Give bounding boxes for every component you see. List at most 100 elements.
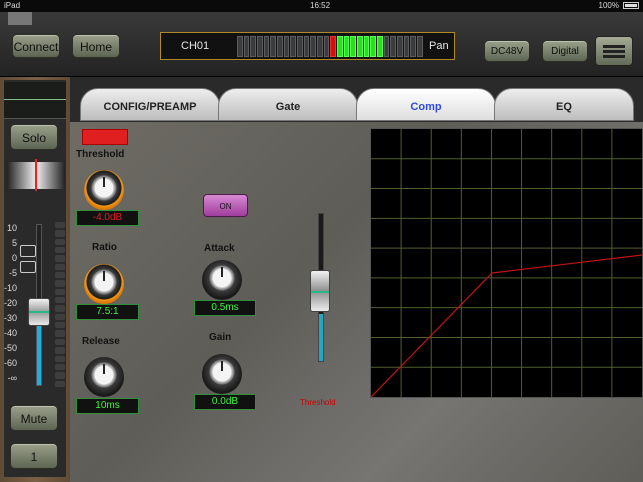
battery-percent: 100% bbox=[598, 1, 619, 10]
threshold-slider-handle[interactable] bbox=[310, 270, 330, 312]
tab-gate[interactable]: Gate bbox=[218, 88, 358, 121]
fader-scale-tick: -20 bbox=[3, 298, 17, 308]
fader-scale-tick: -5 bbox=[8, 268, 17, 278]
meter-segment bbox=[317, 36, 323, 57]
tab-comp[interactable]: Comp bbox=[356, 88, 496, 121]
meter-segment bbox=[343, 36, 350, 57]
meter-segment bbox=[297, 36, 303, 57]
ratio-knob[interactable] bbox=[84, 264, 124, 304]
graph-grid bbox=[371, 129, 642, 397]
meter-segment bbox=[403, 36, 410, 57]
channel-number-button[interactable]: 1 bbox=[10, 443, 58, 469]
led-segment bbox=[55, 238, 65, 246]
status-bar: iPad 16:52 100% bbox=[0, 0, 643, 12]
led-segment bbox=[55, 280, 65, 287]
led-segment bbox=[55, 222, 65, 229]
tab-config-preamp[interactable]: CONFIG/PREAMP bbox=[80, 88, 220, 121]
meter-segment bbox=[337, 36, 343, 57]
meter-segment bbox=[303, 36, 310, 57]
hamburger-icon-line bbox=[603, 55, 625, 58]
fader-markers bbox=[20, 245, 36, 277]
led-segment bbox=[55, 330, 65, 337]
device-label: iPad bbox=[4, 1, 21, 10]
meter-segment bbox=[377, 36, 383, 57]
attack-label: Attack bbox=[204, 243, 235, 254]
attack-value: 0.5ms bbox=[194, 300, 256, 316]
meter-segment bbox=[370, 36, 377, 57]
pan-knob-display[interactable] bbox=[7, 159, 65, 191]
led-segment bbox=[55, 263, 65, 271]
digital-button[interactable]: Digital bbox=[542, 40, 588, 62]
led-segment bbox=[55, 297, 65, 304]
hamburger-icon-line bbox=[603, 45, 625, 48]
led-segment bbox=[55, 247, 65, 254]
channel-fader-handle[interactable] bbox=[28, 298, 50, 326]
mute-button[interactable]: Mute bbox=[10, 405, 58, 431]
gain-reduction-indicator bbox=[82, 129, 128, 145]
led-segment bbox=[55, 338, 65, 346]
home-button[interactable]: Home bbox=[72, 34, 120, 58]
threshold-label: Threshold bbox=[76, 149, 125, 160]
attack-knob[interactable] bbox=[202, 260, 242, 300]
led-segment bbox=[55, 272, 65, 279]
led-segment bbox=[55, 288, 65, 296]
gain-value: 0.0dB bbox=[194, 394, 256, 410]
led-segment bbox=[55, 230, 65, 237]
channel-led-meter bbox=[55, 222, 65, 387]
led-segment bbox=[55, 363, 65, 371]
fader-scale-tick: -10 bbox=[3, 283, 17, 293]
threshold-value: -4.0dB bbox=[76, 210, 139, 226]
threshold-slider-label: Threshold bbox=[300, 398, 336, 407]
meter-segment bbox=[290, 36, 297, 57]
meter-segment bbox=[397, 36, 403, 57]
led-segment bbox=[55, 305, 65, 312]
pan-label: Pan bbox=[429, 40, 449, 52]
channel-meter-box: CH01 Pan bbox=[160, 32, 455, 60]
fader-scale-tick: 10 bbox=[6, 223, 17, 233]
battery-icon bbox=[623, 2, 639, 9]
led-segment bbox=[55, 380, 65, 387]
comp-on-button[interactable]: ON bbox=[203, 194, 248, 217]
fader-scale-tick: 5 bbox=[11, 238, 17, 248]
fader-scale-tick: -40 bbox=[3, 328, 17, 338]
menu-button[interactable] bbox=[595, 36, 633, 66]
solo-button[interactable]: Solo bbox=[10, 124, 58, 150]
status-indicator bbox=[8, 12, 32, 25]
meter-segment bbox=[410, 36, 417, 57]
meter-segment bbox=[323, 36, 330, 57]
hamburger-icon-line bbox=[603, 50, 625, 53]
gain-knob[interactable] bbox=[202, 354, 242, 394]
led-segment bbox=[55, 322, 65, 329]
meter-segment bbox=[357, 36, 363, 57]
clock: 16:52 bbox=[310, 1, 331, 10]
tab-eq[interactable]: EQ bbox=[494, 88, 634, 121]
led-segment bbox=[55, 313, 65, 321]
led-segment bbox=[55, 347, 65, 354]
level-meter bbox=[237, 36, 423, 57]
fader-scale-tick: -50 bbox=[3, 343, 17, 353]
fader-scale-tick: -∞ bbox=[7, 373, 17, 383]
meter-segment bbox=[270, 36, 277, 57]
release-label: Release bbox=[82, 336, 120, 347]
meter-segment bbox=[310, 36, 317, 57]
fader-scale: 10 5 0 -5 -10 -20 -30 -40 -50 -60 -∞ bbox=[3, 221, 17, 386]
meter-segment bbox=[363, 36, 370, 57]
meter-segment bbox=[417, 36, 423, 57]
dc48v-button[interactable]: DC48V bbox=[484, 40, 530, 62]
fader-scale-tick: -60 bbox=[3, 358, 17, 368]
transfer-curve bbox=[371, 254, 642, 397]
meter-segment bbox=[237, 36, 243, 57]
waveform-display bbox=[4, 82, 66, 119]
fader-scale-tick: -30 bbox=[3, 313, 17, 323]
connect-button[interactable]: Connect bbox=[12, 34, 60, 58]
channel-name: CH01 bbox=[181, 40, 210, 52]
compressor-curve-graph bbox=[370, 128, 643, 398]
curve-svg bbox=[371, 129, 642, 397]
meter-segment bbox=[350, 36, 357, 57]
meter-segment bbox=[330, 36, 337, 57]
threshold-knob[interactable] bbox=[84, 170, 124, 210]
led-segment bbox=[55, 255, 65, 262]
meter-segment bbox=[390, 36, 397, 57]
release-knob[interactable] bbox=[84, 357, 124, 397]
meter-segment bbox=[277, 36, 283, 57]
